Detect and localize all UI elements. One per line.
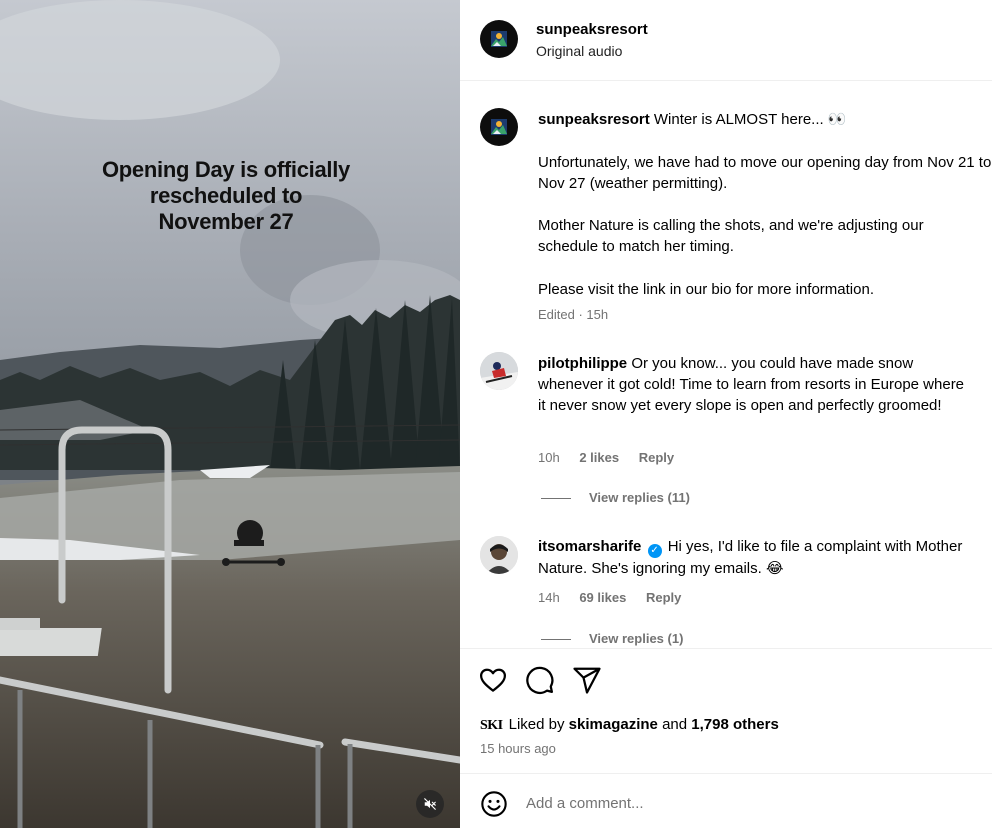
comment-likes[interactable]: 2 likes — [579, 450, 619, 465]
comment-meta: 14h 69 likes Reply — [538, 590, 697, 605]
replies-divider-line — [541, 639, 571, 641]
comment-body: itsomarsharife ✓ Hi yes, I'd like to fil… — [538, 536, 992, 579]
caption-intro: Winter is ALMOST here... 👀 — [653, 111, 847, 128]
overlay-line-2: rescheduled to — [149, 183, 303, 208]
sun-peaks-logo-icon — [491, 119, 507, 135]
comment-meta: 10h 2 likes Reply — [538, 450, 690, 465]
person-photo-avatar — [480, 536, 518, 574]
instagram-post-view: Opening Day is officially rescheduled to… — [0, 0, 992, 828]
sun-peaks-logo-icon — [491, 31, 507, 47]
heart-icon[interactable] — [478, 665, 508, 695]
view-replies-label: View replies (11) — [589, 490, 690, 505]
replies-divider-line — [541, 498, 571, 500]
commenter-avatar[interactable] — [480, 352, 518, 390]
comment-input[interactable] — [526, 790, 966, 816]
reply-button[interactable]: Reply — [639, 450, 674, 465]
commenter-username[interactable]: itsomarsharife — [538, 538, 641, 555]
add-comment-bar — [460, 773, 992, 828]
author-username[interactable]: sunpeaksresort — [536, 21, 648, 38]
author-avatar[interactable] — [480, 20, 518, 58]
view-replies-button[interactable]: View replies (1) — [541, 631, 683, 646]
liked-prefix: Liked by — [508, 716, 565, 733]
comment-time: 14h — [538, 590, 560, 605]
skier-photo-avatar — [480, 352, 518, 390]
caption-paragraph-1: Unfortunately, we have had to move our o… — [538, 154, 992, 192]
post-timestamp[interactable]: 15 hours ago — [480, 741, 556, 756]
emoji-icon[interactable] — [480, 790, 508, 818]
comment-body: pilotphilippe Or you know... you could h… — [538, 353, 968, 416]
caption-edited-time: Edited · 15h — [538, 307, 609, 322]
commenter-username[interactable]: pilotphilippe — [538, 355, 627, 372]
overlay-line-1: Opening Day is officially — [101, 157, 350, 182]
liked-username[interactable]: skimagazine — [569, 716, 658, 733]
caption-username[interactable]: sunpeaksresort — [538, 111, 650, 128]
reply-button[interactable]: Reply — [646, 590, 681, 605]
post-header: sunpeaksresort Original audio — [460, 0, 992, 81]
post-actions-bar: SKI Liked by skimagazine and 1,798 others… — [460, 648, 992, 773]
speaker-muted-icon — [424, 798, 436, 810]
caption-avatar[interactable] — [480, 108, 518, 146]
view-replies-button[interactable]: View replies (11) — [541, 490, 690, 505]
ski-slope-photo — [0, 0, 460, 828]
comment-icon[interactable] — [525, 665, 555, 695]
caption-paragraph-2: Mother Nature is calling the shots, and … — [538, 217, 924, 255]
audio-attribution[interactable]: Original audio — [536, 43, 622, 59]
comments-scroll-area[interactable]: sunpeaksresort Winter is ALMOST here... … — [460, 82, 992, 648]
post-media[interactable]: Opening Day is officially rescheduled to… — [0, 0, 460, 828]
view-replies-label: View replies (1) — [589, 631, 684, 646]
verified-badge-icon: ✓ — [647, 544, 662, 558]
liked-others-count[interactable]: 1,798 others — [691, 716, 779, 733]
overlay-line-3: November 27 — [158, 209, 294, 234]
share-icon[interactable] — [572, 665, 602, 695]
caption-first-line: sunpeaksresort Winter is ALMOST here... … — [538, 109, 992, 130]
commenter-avatar[interactable] — [480, 536, 518, 574]
audio-muted-button[interactable] — [416, 790, 444, 818]
post-side-panel: sunpeaksresort Original audio sunpeaksre… — [460, 0, 992, 828]
liked-and: and — [662, 716, 688, 733]
caption-paragraph-3: Please visit the link in our bio for mor… — [538, 281, 874, 298]
comment-time: 10h — [538, 450, 560, 465]
video-caption-overlay: Opening Day is officially rescheduled to… — [60, 157, 392, 235]
liked-brand-logo: SKI — [480, 718, 503, 733]
comment-likes[interactable]: 69 likes — [579, 590, 626, 605]
liked-by-summary: SKI Liked by skimagazine and 1,798 others — [480, 716, 779, 734]
